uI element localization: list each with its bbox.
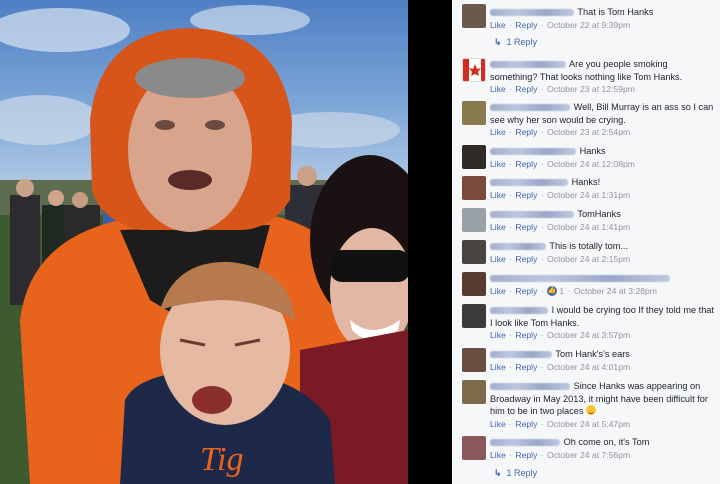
like-link[interactable]: Like: [490, 190, 506, 200]
timestamp[interactable]: October 24 at 3:28pm: [574, 286, 657, 296]
reply-link[interactable]: Reply: [515, 20, 537, 30]
commenter-name[interactable]: [490, 243, 546, 251]
comments-panel: That is Tom Hanks Like · Reply · October…: [452, 0, 720, 484]
avatar[interactable]: [462, 176, 486, 200]
comment-meta: Like · Reply · October 24 at 12:08pm: [490, 158, 635, 169]
commenter-name[interactable]: [490, 383, 570, 391]
reply-link[interactable]: Reply: [515, 84, 537, 94]
comment-meta: Like · Reply · October 24 at 3:57pm: [490, 330, 631, 340]
avatar[interactable]: [462, 304, 486, 328]
timestamp[interactable]: October 24 at 1:31pm: [547, 190, 630, 200]
comment-meta: Like · Reply · October 24 at 4:01pm: [490, 361, 631, 372]
reply-link[interactable]: Reply: [515, 159, 537, 169]
photo: Tig: [0, 0, 408, 484]
avatar[interactable]: [462, 272, 486, 296]
reply-arrow-icon: ↳: [494, 468, 502, 478]
reply-link[interactable]: Reply: [515, 254, 537, 264]
timestamp[interactable]: October 24 at 7:56pm: [547, 450, 630, 460]
comment-meta: Like · Reply · October 24 at 7:56pm: [490, 449, 631, 460]
avatar[interactable]: [462, 348, 486, 372]
comment-meta: Like · Reply · October 23 at 2:54pm: [490, 127, 631, 137]
comment-meta: Like · Reply · October 24 at 2:15pm: [490, 253, 631, 264]
avatar[interactable]: [462, 436, 486, 460]
commenter-name[interactable]: [490, 439, 560, 447]
commenter-name[interactable]: [490, 351, 552, 359]
comment-meta: Like · Reply · October 22 at 9:39pm: [490, 19, 631, 30]
commenter-name[interactable]: [490, 179, 568, 187]
commenter-name[interactable]: [490, 61, 566, 69]
avatar[interactable]: [462, 380, 486, 404]
commenter-name[interactable]: [490, 211, 574, 219]
timestamp[interactable]: October 24 at 5:47pm: [547, 419, 630, 429]
timestamp[interactable]: October 24 at 3:57pm: [547, 330, 630, 340]
avatar[interactable]: [462, 240, 486, 264]
reply-arrow-icon: ↳: [494, 37, 502, 47]
timestamp[interactable]: October 24 at 4:01pm: [547, 362, 630, 372]
view-replies-link[interactable]: ↳ 1 Reply: [494, 468, 537, 479]
commenter-name[interactable]: [490, 9, 574, 17]
commenter-name[interactable]: [490, 148, 576, 156]
like-link[interactable]: Like: [490, 222, 506, 232]
comment-text: This is totally tom...: [549, 241, 629, 251]
reply-link[interactable]: Reply: [515, 362, 537, 372]
like-link[interactable]: Like: [490, 159, 506, 169]
like-link[interactable]: Like: [490, 362, 506, 372]
commenter-name[interactable]: [490, 275, 670, 283]
like-link[interactable]: Like: [490, 330, 506, 340]
like-link[interactable]: Like: [490, 127, 506, 137]
avatar[interactable]: [462, 208, 486, 232]
comment-meta: Like · Reply · October 24 at 1:31pm: [490, 189, 631, 200]
canada-flag-icon: [463, 59, 485, 81]
comment-meta: Like · Reply · 👍 1 · October 24 at 3:28p…: [490, 285, 657, 297]
photo-illustration: Tig: [0, 5, 408, 484]
reply-link[interactable]: Reply: [515, 222, 537, 232]
reply-link[interactable]: Reply: [515, 330, 537, 340]
timestamp[interactable]: October 24 at 1:41pm: [547, 222, 630, 232]
comment-text: Hanks!: [571, 177, 601, 187]
reply-link[interactable]: Reply: [515, 190, 537, 200]
comment-text: Oh come on, it's Tom: [563, 437, 650, 447]
timestamp[interactable]: October 24 at 2:15pm: [547, 254, 630, 264]
timestamp[interactable]: October 22 at 9:39pm: [547, 20, 630, 30]
comment-meta: Like · Reply · October 24 at 1:41pm: [490, 221, 631, 232]
reply-link[interactable]: Reply: [515, 127, 537, 137]
commenter-name[interactable]: [490, 104, 570, 112]
reply-link[interactable]: Reply: [515, 450, 537, 460]
timestamp[interactable]: October 24 at 12:08pm: [547, 159, 635, 169]
like-link[interactable]: Like: [490, 84, 506, 94]
like-link[interactable]: Like: [490, 286, 506, 296]
smiley-emoji-icon: [586, 405, 597, 415]
reply-link[interactable]: Reply: [515, 419, 537, 429]
commenter-name[interactable]: [490, 307, 548, 315]
comment-meta: Like · Reply · October 23 at 12:59pm: [490, 84, 635, 94]
comment-text: TomHanks: [577, 209, 621, 219]
like-reaction-icon: 👍: [547, 286, 558, 297]
divider: [408, 0, 452, 484]
like-link[interactable]: Like: [490, 20, 506, 30]
timestamp[interactable]: October 23 at 12:59pm: [547, 84, 635, 94]
avatar[interactable]: [462, 58, 486, 82]
avatar[interactable]: [462, 4, 486, 28]
comment-text: Tom Hank's's ears: [555, 349, 630, 359]
comment-text: Hanks: [579, 146, 606, 156]
comment-meta: Like · Reply · October 24 at 5:47pm: [490, 418, 631, 429]
like-link[interactable]: Like: [490, 254, 506, 264]
avatar[interactable]: [462, 101, 486, 125]
like-link[interactable]: Like: [490, 419, 506, 429]
avatar[interactable]: [462, 145, 486, 169]
view-replies-link[interactable]: ↳ 1 Reply: [494, 37, 537, 48]
svg-text:Tig: Tig: [200, 441, 243, 478]
timestamp[interactable]: October 23 at 2:54pm: [547, 127, 630, 137]
like-link[interactable]: Like: [490, 450, 506, 460]
comment-text: That is Tom Hanks: [577, 7, 654, 17]
reply-link[interactable]: Reply: [515, 286, 537, 296]
